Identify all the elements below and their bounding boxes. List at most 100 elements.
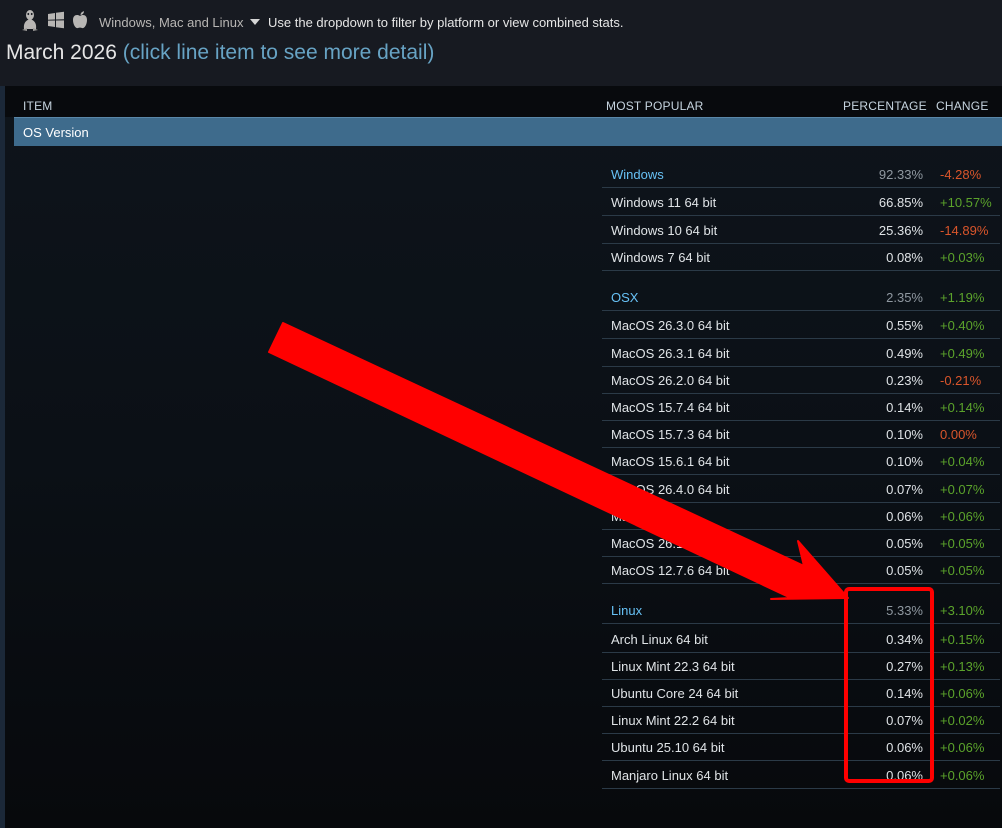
- item-change: +0.06%: [940, 509, 985, 524]
- item-percentage: 0.34%: [886, 632, 923, 647]
- group-row-linux[interactable]: Linux 5.33% +3.10%: [602, 596, 1000, 624]
- item-change: +3.10%: [940, 603, 985, 618]
- item-name: Manjaro Linux 64 bit: [611, 768, 729, 783]
- item-percentage: 0.08%: [886, 250, 923, 265]
- item-name: Windows 11 64 bit: [611, 195, 717, 210]
- list-item[interactable]: Linux Mint 22.3 64 bit 0.27% +0.13%: [602, 652, 1000, 680]
- column-header-item: ITEM: [23, 99, 53, 113]
- apple-icon[interactable]: [72, 10, 88, 35]
- item-percentage: 0.05%: [886, 563, 923, 578]
- group-name: OSX: [611, 290, 639, 305]
- item-change: -14.89%: [940, 223, 989, 238]
- item-percentage: 0.05%: [886, 536, 923, 551]
- item-change: 0.00%: [940, 427, 977, 442]
- item-name: Ubuntu 25.10 64 bit: [611, 740, 725, 755]
- item-percentage: 0.10%: [886, 454, 923, 469]
- windows-icon[interactable]: [46, 10, 66, 35]
- item-percentage: 66.85%: [878, 195, 923, 210]
- item-change: +0.04%: [940, 454, 985, 469]
- item-change: +0.40%: [940, 318, 985, 333]
- item-change: +0.06%: [940, 768, 985, 783]
- item-percentage: 0.06%: [886, 740, 923, 755]
- item-name: MacOS 26.3.0 64 bit: [611, 318, 730, 333]
- item-change: -0.21%: [940, 373, 982, 388]
- list-item[interactable]: MacOS 0.06% +0.06%: [602, 502, 1000, 530]
- list-item[interactable]: MacOS 26.4.0 64 bit 0.07% +0.07%: [602, 475, 1000, 503]
- filter-hint-text: Use the dropdown to filter by platform o…: [268, 15, 624, 30]
- list-item[interactable]: MacOS 26.1.0 0.05% +0.05%: [602, 529, 1000, 557]
- list-item[interactable]: MacOS 15.6.1 64 bit 0.10% +0.04%: [602, 447, 1000, 475]
- item-percentage: 0.27%: [886, 659, 923, 674]
- list-item[interactable]: MacOS 26.3.0 64 bit 0.55% +0.40%: [602, 311, 1000, 339]
- item-name: MacOS 26.1.0: [611, 536, 695, 551]
- item-name: Windows 10 64 bit: [611, 223, 718, 238]
- item-percentage: 0.07%: [886, 713, 923, 728]
- list-item[interactable]: Windows 11 64 bit 66.85% +10.57%: [602, 188, 1000, 216]
- group-name: Linux: [611, 603, 643, 618]
- item-change: +0.06%: [940, 686, 985, 701]
- group-row-osx[interactable]: OSX 2.35% +1.19%: [602, 283, 1000, 311]
- item-percentage: 0.10%: [886, 427, 923, 442]
- item-change: +0.13%: [940, 659, 985, 674]
- list-item[interactable]: MacOS 26.3.1 64 bit 0.49% +0.49%: [602, 339, 1000, 367]
- page-title-month: March 2026: [6, 41, 117, 64]
- item-change: +0.02%: [940, 713, 985, 728]
- item-percentage: 0.07%: [886, 482, 923, 497]
- list-item[interactable]: MacOS 15.7.4 64 bit 0.14% +0.14%: [602, 393, 1000, 421]
- item-percentage: 25.36%: [878, 223, 923, 238]
- group-row-windows[interactable]: Windows 92.33% -4.28%: [602, 160, 1000, 188]
- item-percentage: 92.33%: [878, 167, 923, 182]
- list-item[interactable]: MacOS 15.7.3 64 bit 0.10% 0.00%: [602, 420, 1000, 448]
- item-name: Windows 7 64 bit: [611, 250, 710, 265]
- column-header-percentage: PERCENTAGE: [843, 99, 927, 113]
- column-headers: ITEM MOST POPULAR PERCENTAGE CHANGE: [5, 86, 1002, 117]
- item-change: +0.15%: [940, 632, 985, 647]
- item-name: MacOS 12.7.6 64 bit: [611, 563, 730, 578]
- list-item[interactable]: MacOS 12.7.6 64 bit 0.05% +0.05%: [602, 556, 1000, 584]
- item-percentage: 0.14%: [886, 686, 923, 701]
- item-name: MacOS 15.7.3 64 bit: [611, 427, 730, 442]
- item-percentage: 0.06%: [886, 768, 923, 783]
- page-title-hint: (click line item to see more detail): [122, 41, 435, 64]
- item-name: MacOS 26.3.1 64 bit: [611, 346, 730, 361]
- list-item[interactable]: Windows 7 64 bit 0.08% +0.03%: [602, 243, 1000, 271]
- item-change: +0.03%: [940, 250, 985, 265]
- item-name: Ubuntu Core 24 64 bit: [611, 686, 739, 701]
- item-name: Arch Linux 64 bit: [611, 632, 708, 647]
- item-change: +1.19%: [940, 290, 985, 305]
- list-item[interactable]: Arch Linux 64 bit 0.34% +0.15%: [602, 625, 1000, 653]
- item-change: +0.07%: [940, 482, 985, 497]
- section-os-version[interactable]: OS Version: [14, 117, 1002, 146]
- item-name: Linux Mint 22.2 64 bit: [611, 713, 735, 728]
- item-percentage: 0.06%: [886, 509, 923, 524]
- item-percentage: 0.55%: [886, 318, 923, 333]
- list-item[interactable]: MacOS 26.2.0 64 bit 0.23% -0.21%: [602, 366, 1000, 394]
- item-name: MacOS 26.4.0 64 bit: [611, 482, 730, 497]
- column-header-most-popular: MOST POPULAR: [606, 99, 704, 113]
- list-item[interactable]: Ubuntu Core 24 64 bit 0.14% +0.06%: [602, 679, 1000, 707]
- item-change: -4.28%: [940, 167, 982, 182]
- chevron-down-icon[interactable]: [250, 19, 260, 25]
- item-percentage: 0.14%: [886, 400, 923, 415]
- item-percentage: 0.49%: [886, 346, 923, 361]
- section-label: OS Version: [23, 125, 89, 140]
- list-item[interactable]: Windows 10 64 bit 25.36% -14.89%: [602, 216, 1000, 244]
- item-name: MacOS 15.7.4 64 bit: [611, 400, 730, 415]
- item-change: +0.05%: [940, 536, 985, 551]
- item-percentage: 5.33%: [886, 603, 923, 618]
- list-item[interactable]: Manjaro Linux 64 bit 0.06% +0.06%: [602, 761, 1000, 789]
- item-name: MacOS: [611, 509, 655, 524]
- platform-filter-dropdown[interactable]: Windows, Mac and Linux: [99, 15, 244, 30]
- item-name: MacOS 26.2.0 64 bit: [611, 373, 730, 388]
- page-title: March 2026 (click line item to see more …: [6, 41, 434, 65]
- item-change: +0.49%: [940, 346, 985, 361]
- linux-icon[interactable]: [20, 8, 40, 37]
- group-name: Windows: [611, 167, 664, 182]
- item-percentage: 0.23%: [886, 373, 923, 388]
- column-header-change: CHANGE: [936, 99, 989, 113]
- item-change: +0.05%: [940, 563, 985, 578]
- item-change: +0.06%: [940, 740, 985, 755]
- item-change: +10.57%: [940, 195, 992, 210]
- list-item[interactable]: Ubuntu 25.10 64 bit 0.06% +0.06%: [602, 733, 1000, 761]
- list-item[interactable]: Linux Mint 22.2 64 bit 0.07% +0.02%: [602, 706, 1000, 734]
